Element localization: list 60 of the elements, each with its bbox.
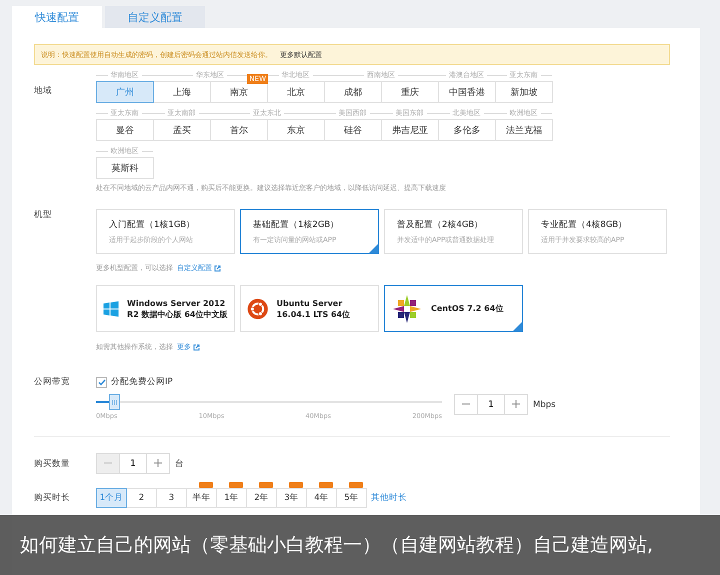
instance-title: 入门配置（1核1GB） [109, 219, 196, 231]
plus-icon [154, 459, 162, 467]
region-option[interactable]: 弗吉尼亚 [381, 119, 439, 141]
os-name: CentOS 7.2 64位 [431, 303, 504, 314]
duration-option[interactable]: 1年 [216, 488, 247, 508]
instance-label: 机型 [34, 209, 53, 222]
os-option[interactable]: CentOS 7.2 64位 [384, 285, 523, 332]
region-option[interactable]: 孟买 [153, 119, 211, 141]
region-option[interactable]: 硅谷 [324, 119, 382, 141]
region-option[interactable]: 成都 [324, 81, 382, 103]
selected-corner-icon [369, 244, 378, 253]
plus-icon [512, 400, 520, 408]
unit-label: 台 [175, 458, 184, 470]
os-option[interactable]: Windows Server 2012 R2 数据中心版 64位中文版 [96, 285, 235, 332]
duration-label: 购买时长 [34, 492, 71, 504]
duration-option[interactable]: 2 [126, 488, 157, 508]
slider-handle[interactable] [108, 394, 120, 410]
duration-option[interactable]: 3 [156, 488, 187, 508]
os-option[interactable]: Ubuntu Server 16.04.1 LTS 64位 [240, 285, 379, 332]
region-option[interactable]: 多伦多 [438, 119, 496, 141]
selected-corner-icon [513, 322, 522, 331]
other-duration-link[interactable]: 其他时长 [371, 492, 407, 504]
checkbox[interactable] [96, 376, 107, 388]
os-name: Ubuntu Server 16.04.1 LTS 64位 [276, 298, 352, 320]
number-stepper[interactable]: 1 [454, 394, 528, 415]
region-option[interactable]: 南京 [210, 81, 268, 103]
checkbox-label: 分配免费公网IP [111, 376, 173, 388]
duration-option[interactable]: 5年 [336, 488, 367, 508]
bandwidth-label: 公网带宽 [34, 376, 71, 389]
check-icon [98, 378, 106, 386]
os-name: Windows Server 2012 R2 数据中心版 64位中文版 [127, 298, 228, 320]
region-option[interactable]: 法兰克福 [495, 119, 553, 141]
region-label: 地域 [34, 85, 53, 98]
region-option[interactable]: 北京 [267, 81, 325, 103]
unit-label: Mbps [533, 400, 556, 410]
region-option[interactable]: 重庆 [381, 81, 439, 103]
region-option[interactable]: 上海 [153, 81, 211, 103]
number-stepper[interactable]: 1 [96, 453, 170, 474]
region-option[interactable]: 新加坡 [495, 81, 553, 103]
region-option[interactable]: 首尔 [210, 119, 268, 141]
instance-title: 基础配置（1核2GB） [253, 219, 340, 231]
number-field[interactable]: 1 [119, 454, 147, 473]
external-link-icon [214, 264, 221, 272]
region-option[interactable]: 东京 [267, 119, 325, 141]
number-field[interactable]: 1 [477, 395, 505, 414]
bandwidth-slider[interactable] [96, 394, 442, 410]
external-link-icon [193, 344, 200, 350]
duration-option[interactable]: 半年 [186, 488, 217, 508]
tab[interactable]: 快速配置 [12, 6, 102, 28]
duration-option[interactable]: 2年 [246, 488, 277, 508]
instance-title: 普及配置（2核4GB） [397, 219, 484, 231]
quantity-label: 购买数量 [34, 458, 71, 470]
region-option[interactable]: 莫斯科 [96, 157, 154, 179]
caption-banner: 如何建立自己的网站（零基础小白教程一）（自建网站教程）自己建造网站, [0, 515, 720, 575]
duration-option[interactable]: 4年 [306, 488, 337, 508]
region-option[interactable]: 曼谷 [96, 119, 154, 141]
instance-title: 专业配置（4核8GB） [541, 219, 628, 231]
region-option[interactable]: 中国香港 [438, 81, 496, 103]
duration-option[interactable]: 3年 [276, 488, 307, 508]
grip-icon [112, 400, 117, 405]
